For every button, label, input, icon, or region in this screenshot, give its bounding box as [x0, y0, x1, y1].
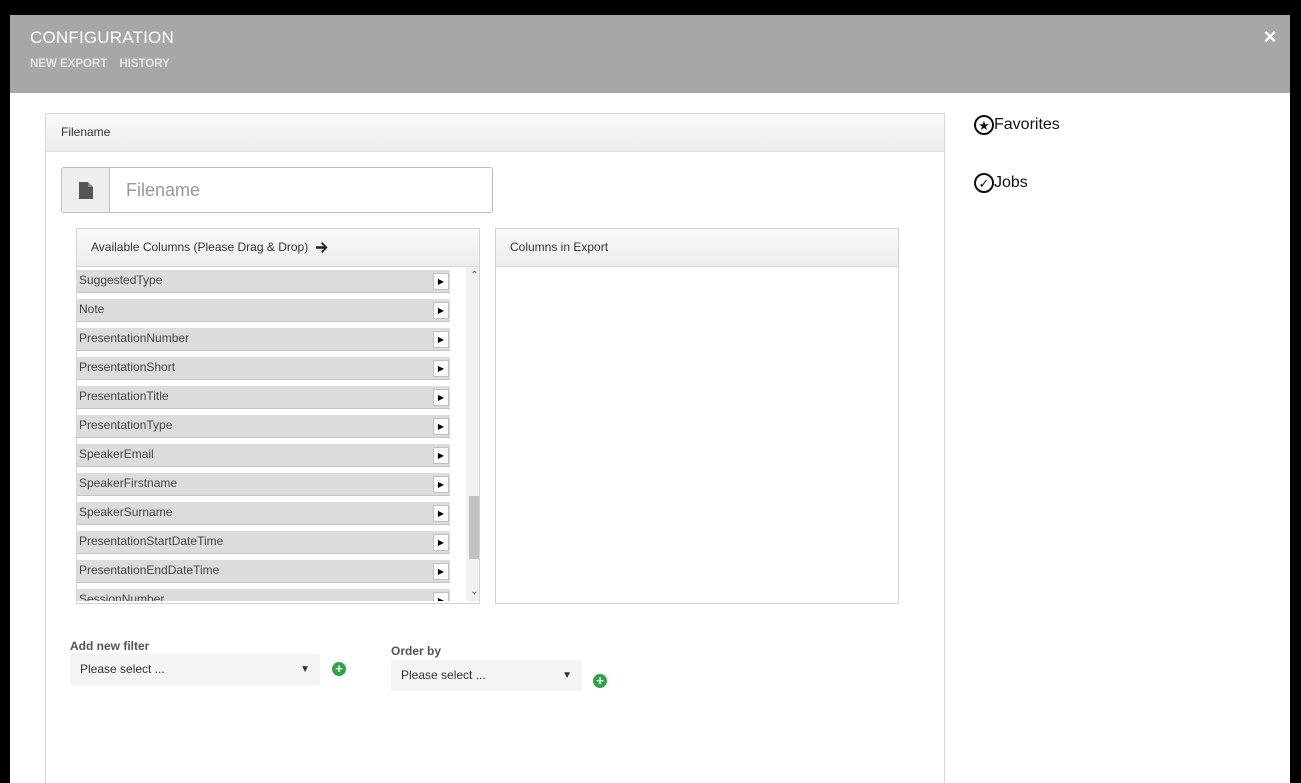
- available-columns-header: Available Columns (Please Drag & Drop): [77, 229, 479, 267]
- list-scrollbar[interactable]: ⌃ ⌄: [466, 267, 479, 601]
- list-item-label: SpeakerEmail: [79, 447, 154, 461]
- scroll-up-icon[interactable]: ⌃: [466, 268, 479, 283]
- chevron-down-icon: ▼: [300, 664, 310, 675]
- order-by-select[interactable]: Please select ... ▼: [391, 660, 582, 691]
- modal-tabs: NEW EXPORT HISTORY: [30, 58, 170, 70]
- list-item[interactable]: SessionNumber ▶: [77, 589, 450, 601]
- filename-input-group: [61, 167, 493, 213]
- jobs-label: Jobs: [994, 174, 1028, 191]
- favorites-link[interactable]: ★ Favorites: [974, 115, 1060, 135]
- check-icon: ✓: [974, 173, 994, 193]
- list-item-label: SpeakerSurname: [79, 505, 173, 519]
- caret-right-icon[interactable]: ▶: [433, 534, 449, 551]
- caret-right-icon[interactable]: ▶: [433, 389, 449, 406]
- modal-title: CONFIGURATION: [30, 28, 174, 47]
- tab-history[interactable]: HISTORY: [119, 58, 169, 70]
- list-item-label: PresentationType: [79, 418, 173, 432]
- scroll-down-icon[interactable]: ⌄: [466, 584, 479, 599]
- modal-header: CONFIGURATION NEW EXPORT HISTORY ×: [10, 15, 1290, 93]
- favorites-label: Favorites: [994, 116, 1060, 133]
- caret-right-icon[interactable]: ▶: [433, 592, 449, 601]
- list-item[interactable]: SpeakerFirstname ▶: [77, 473, 450, 496]
- configuration-modal: CONFIGURATION NEW EXPORT HISTORY × Filen…: [10, 15, 1290, 783]
- list-item[interactable]: Note ▶: [77, 299, 450, 322]
- export-columns-box[interactable]: Columns in Export: [495, 228, 899, 604]
- scroll-thumb[interactable]: [469, 496, 479, 559]
- caret-right-icon[interactable]: ▶: [433, 418, 449, 435]
- list-item-label: PresentationTitle: [79, 389, 169, 403]
- export-columns-header: Columns in Export: [496, 229, 898, 267]
- caret-right-icon[interactable]: ▶: [433, 331, 449, 348]
- caret-right-icon[interactable]: ▶: [433, 360, 449, 377]
- list-item-label: Note: [79, 302, 105, 316]
- export-columns-title: Columns in Export: [510, 240, 609, 254]
- caret-right-icon[interactable]: ▶: [433, 476, 449, 493]
- list-item-label: PresentationNumber: [79, 331, 190, 345]
- list-item-label: PresentationStartDateTime: [79, 534, 224, 548]
- order-by-select-value: Please select ...: [401, 668, 486, 682]
- filename-panel: Filename Available Columns (Please Drag …: [45, 113, 945, 783]
- tab-new-export[interactable]: NEW EXPORT: [30, 58, 107, 70]
- list-item-label: SessionNumber: [79, 592, 165, 601]
- available-columns-list[interactable]: SessionNumber ▶ PresentationEndDateTime ▶ Pr…: [77, 267, 479, 601]
- star-icon: ★: [974, 115, 994, 135]
- list-item[interactable]: PresentationShort ▶: [77, 357, 450, 380]
- jobs-link[interactable]: ✓ Jobs: [974, 173, 1028, 193]
- add-order-button[interactable]: +: [593, 674, 607, 688]
- list-item[interactable]: SpeakerEmail ▶: [77, 444, 450, 467]
- list-item-label: SuggestedType: [79, 273, 163, 287]
- order-by-label: Order by: [391, 644, 442, 658]
- list-item[interactable]: PresentationStartDateTime ▶: [77, 531, 450, 554]
- list-item-label: SpeakerFirstname: [79, 476, 178, 490]
- list-item[interactable]: PresentationNumber ▶: [77, 328, 450, 351]
- filename-input[interactable]: [110, 168, 492, 212]
- caret-right-icon[interactable]: ▶: [433, 273, 449, 290]
- list-item[interactable]: PresentationTitle ▶: [77, 386, 450, 409]
- caret-right-icon[interactable]: ▶: [433, 505, 449, 522]
- close-icon[interactable]: ×: [1262, 26, 1278, 48]
- add-filter-button[interactable]: +: [332, 662, 346, 676]
- caret-right-icon[interactable]: ▶: [433, 447, 449, 464]
- filter-select-value: Please select ...: [80, 662, 165, 676]
- available-columns-box: Available Columns (Please Drag & Drop) S…: [76, 228, 480, 604]
- list-item[interactable]: PresentationType ▶: [77, 415, 450, 438]
- available-columns-title: Available Columns (Please Drag & Drop): [91, 240, 309, 254]
- arrow-right-icon: [316, 242, 328, 253]
- file-icon: [62, 168, 110, 212]
- filename-panel-title: Filename: [46, 114, 944, 152]
- caret-right-icon[interactable]: ▶: [433, 563, 449, 580]
- list-item-label: PresentationEndDateTime: [79, 563, 220, 577]
- list-item[interactable]: SuggestedType ▶: [77, 270, 450, 293]
- list-item-label: PresentationShort: [79, 360, 176, 374]
- list-item[interactable]: PresentationEndDateTime ▶: [77, 560, 450, 583]
- filter-label: Add new filter: [70, 639, 150, 653]
- caret-right-icon[interactable]: ▶: [433, 302, 449, 319]
- chevron-down-icon: ▼: [562, 670, 572, 681]
- filter-select[interactable]: Please select ... ▼: [70, 654, 320, 685]
- list-item[interactable]: SpeakerSurname ▶: [77, 502, 450, 525]
